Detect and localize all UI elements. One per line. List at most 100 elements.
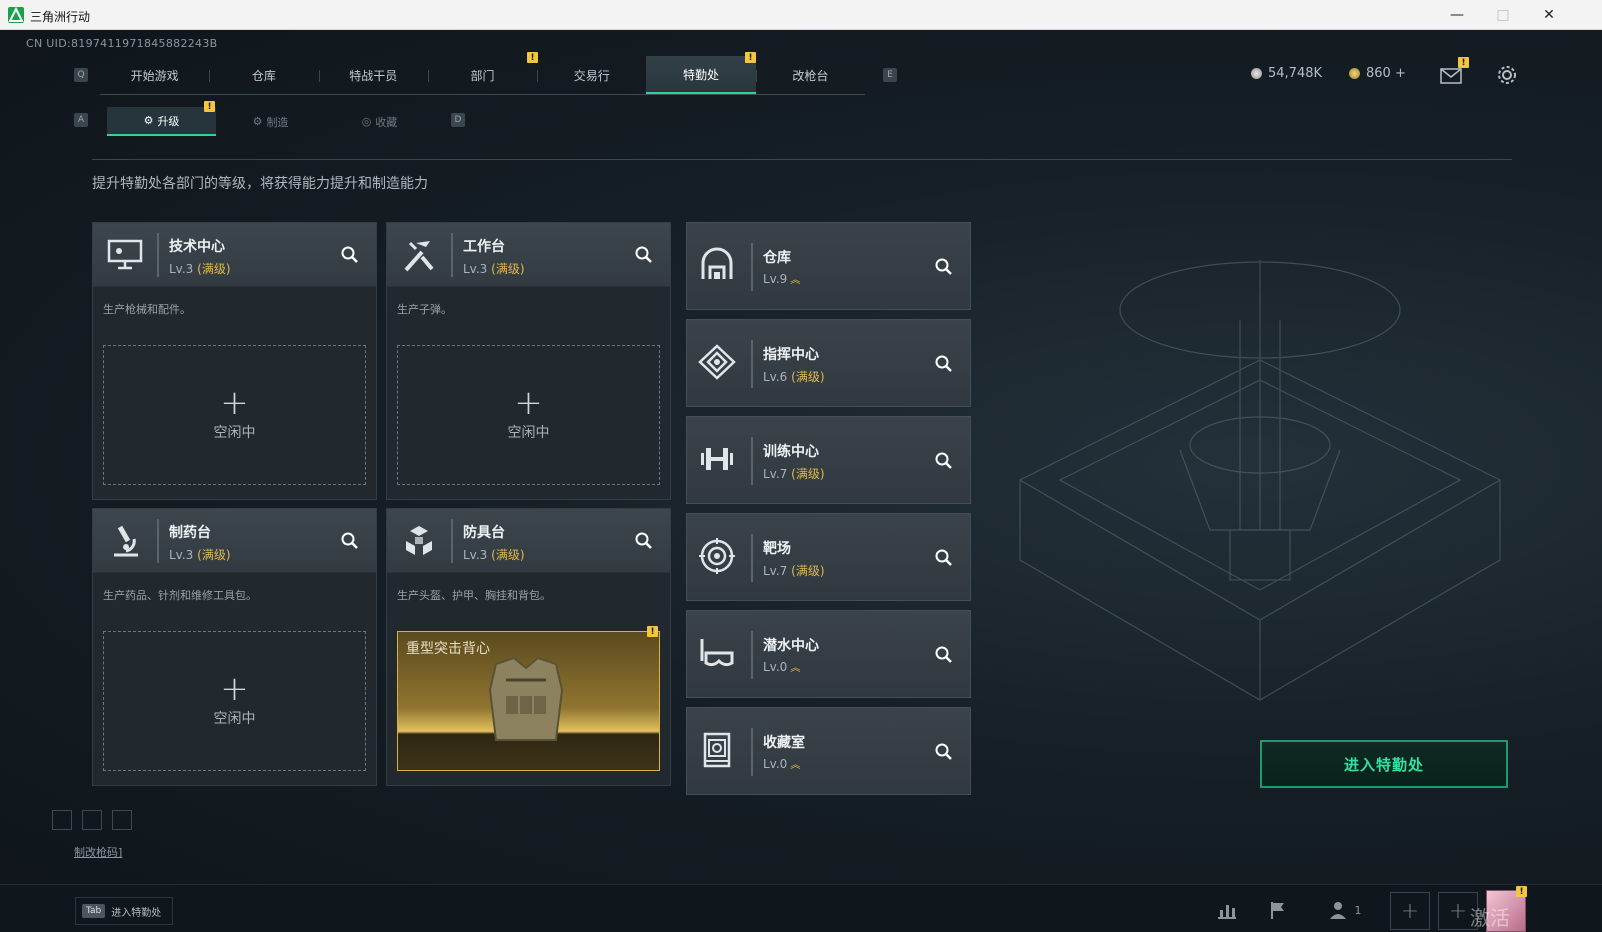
facility-command-center[interactable]: 指挥中心 Lv.6 (满级): [686, 319, 971, 407]
workbench-level: Lv.3 (满级): [463, 262, 525, 276]
minimize-button[interactable]: —: [1434, 0, 1480, 30]
facility-shooting-range[interactable]: 靶场 Lv.7 (满级): [686, 513, 971, 601]
facility-collection-room[interactable]: 收藏室 Lv.0 ︽: [686, 707, 971, 795]
crafting-slot[interactable]: 重型突击背心: [397, 631, 660, 771]
facility-level: Lv.0 ︽: [763, 757, 801, 771]
maximize-button[interactable]: □: [1480, 0, 1526, 30]
facility-level: Lv.7 (满级): [763, 564, 825, 578]
search-icon[interactable]: [340, 531, 360, 551]
special-ops-alert-badge: !: [745, 52, 756, 63]
tab-department[interactable]: 部门: [427, 56, 537, 94]
workbench-desc: 生产子弹。: [397, 303, 452, 316]
mail-icon[interactable]: [1440, 68, 1462, 84]
header-divider: [92, 159, 1512, 160]
tab-gunsmith[interactable]: 改枪台: [755, 56, 865, 94]
tab-start-game[interactable]: 开始游戏: [100, 56, 209, 94]
hotkey-q: Q: [74, 68, 88, 82]
subtab-collection[interactable]: ◎ 收藏: [325, 107, 434, 136]
tab-operators[interactable]: 特战干员: [318, 56, 428, 94]
stats-chart-icon[interactable]: [1210, 895, 1244, 925]
department-alert-badge: !: [527, 52, 538, 63]
workbench-name: 制药台: [169, 525, 211, 541]
dumbbell-icon: [695, 439, 739, 479]
facility-name: 指挥中心: [763, 347, 819, 363]
corner-box: [82, 810, 102, 830]
vest-image: [488, 656, 564, 741]
command-icon: [695, 342, 739, 382]
enter-special-ops-button[interactable]: 进入特勤处: [1260, 740, 1508, 788]
search-icon[interactable]: [934, 742, 954, 762]
workbench-name: 防具台: [463, 525, 505, 541]
warehouse-icon: [695, 245, 739, 285]
search-icon[interactable]: [634, 245, 654, 265]
corner-box: [112, 810, 132, 830]
subtab-upgrade[interactable]: ⚙ 升级: [107, 107, 216, 136]
add-slot-button[interactable]: +: [1390, 892, 1430, 930]
upgrade-alert-badge: !: [204, 101, 215, 112]
ticket-icon: [1349, 68, 1360, 79]
upgrade-arrow-icon: ︽: [790, 760, 801, 771]
facility-training-center[interactable]: 训练中心 Lv.7 (满级): [686, 416, 971, 504]
app-logo-icon: [8, 7, 24, 23]
workbench-pharmacy[interactable]: 制药台 Lv.3 (满级) 生产药品、针剂和维修工具包。 + 空闲中: [92, 508, 377, 786]
friends-icon: [1329, 902, 1346, 919]
plus-icon: +: [220, 383, 249, 423]
base-wireframe-illustration: [1018, 260, 1502, 701]
idle-slot[interactable]: + 空闲中: [397, 345, 660, 485]
close-button[interactable]: ✕: [1526, 0, 1572, 30]
idle-slot[interactable]: + 空闲中: [103, 631, 366, 771]
workbench-workstation[interactable]: 工作台 Lv.3 (满级) 生产子弹。 + 空闲中: [386, 222, 671, 500]
coin-balance[interactable]: 54,748K: [1251, 66, 1322, 81]
tab-key: Tab: [82, 904, 106, 918]
microscope-icon: [103, 521, 147, 561]
workbench-armor[interactable]: 防具台 Lv.3 (满级) 生产头盔、护甲、胸挂和背包。 重型突击背心 !: [386, 508, 671, 786]
friends-button[interactable]: 1: [1320, 895, 1370, 925]
workbench-level: Lv.3 (满级): [169, 548, 231, 562]
hotkey-d: D: [451, 113, 465, 127]
facility-name: 仓库: [763, 250, 791, 266]
plus-icon: +: [220, 669, 249, 709]
craft-icon: ⚙: [252, 115, 263, 128]
sub-tabs: ⚙ 升级 ⚙ 制造 ◎ 收藏: [107, 107, 434, 136]
computer-icon: [103, 235, 147, 275]
tab-market[interactable]: 交易行: [537, 56, 646, 94]
window-titlebar: 三角洲行动 — □ ✕: [0, 0, 1602, 30]
workbench-desc: 生产枪械和配件。: [103, 303, 191, 316]
idle-slot[interactable]: + 空闲中: [103, 345, 366, 485]
tab-warehouse[interactable]: 仓库: [209, 56, 318, 94]
settings-gear-icon[interactable]: [1496, 64, 1518, 86]
facility-name: 收藏室: [763, 735, 805, 751]
workbench-level: Lv.3 (满级): [169, 262, 231, 276]
search-icon[interactable]: [934, 257, 954, 277]
search-icon[interactable]: [634, 531, 654, 551]
facility-name: 训练中心: [763, 444, 819, 460]
subtab-craft[interactable]: ⚙ 制造: [216, 107, 325, 136]
collection-icon: [695, 730, 739, 770]
app-root: CN UID:8197411971845882243B Q 开始游戏 仓库 特战…: [0, 30, 1602, 932]
facility-warehouse[interactable]: 仓库 Lv.9 ︽: [686, 222, 971, 310]
facility-level: Lv.9 ︽: [763, 272, 801, 286]
diving-mask-icon: [695, 633, 739, 673]
search-icon[interactable]: [934, 451, 954, 471]
search-icon[interactable]: [934, 645, 954, 665]
facility-level: Lv.7 (满级): [763, 467, 825, 481]
ticket-balance[interactable]: 860 +: [1349, 66, 1406, 81]
craft-alert-badge: !: [647, 626, 658, 637]
search-icon[interactable]: [340, 245, 360, 265]
collection-tab-icon: ◎: [361, 115, 372, 128]
plus-icon: +: [514, 383, 543, 423]
gun-code-link[interactable]: 制改枪码]: [74, 844, 122, 860]
tab-special-ops[interactable]: 特勤处: [646, 56, 756, 94]
workbench-desc: 生产药品、针剂和维修工具包。: [103, 589, 257, 602]
search-icon[interactable]: [934, 548, 954, 568]
upgrade-arrow-icon: ︽: [790, 663, 801, 674]
workbench-tech-center[interactable]: 技术中心 Lv.3 (满级) 生产枪械和配件。 + 空闲中: [92, 222, 377, 500]
tab-hint[interactable]: Tab 进入特勤处: [75, 897, 173, 925]
search-icon[interactable]: [934, 354, 954, 374]
windows-watermark: 激活 Windows: [1470, 906, 1559, 932]
flag-icon[interactable]: [1261, 895, 1295, 925]
workbench-name: 技术中心: [169, 239, 225, 255]
page-description: 提升特勤处各部门的等级，将获得能力提升和制造能力: [92, 176, 428, 192]
facility-diving-center[interactable]: 潜水中心 Lv.0 ︽: [686, 610, 971, 698]
workbench-desc: 生产头盔、护甲、胸挂和背包。: [397, 589, 551, 602]
